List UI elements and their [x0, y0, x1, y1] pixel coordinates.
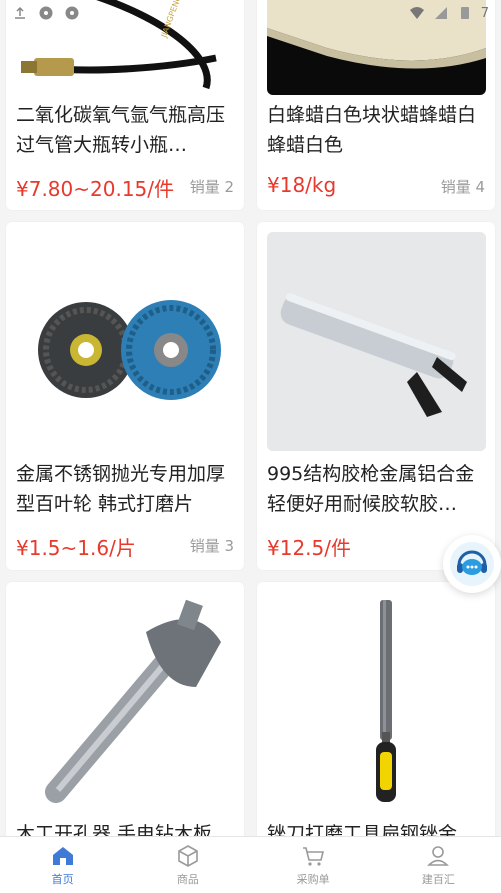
product-price: ¥18/kg [267, 173, 337, 197]
product-sales: 销量 2 [189, 178, 234, 196]
product-title[interactable]: 金属不锈钢抛光专用加厚型百叶轮 韩式打磨片 [16, 459, 236, 519]
user-icon [427, 846, 450, 866]
product-image-glue-gun[interactable] [267, 232, 486, 451]
product-sales: 销量 3 [189, 537, 234, 555]
product-card[interactable]: 锉刀打磨工具扁钢锉金 [257, 582, 495, 872]
product-price: ¥7.80~20.15/件 [16, 177, 175, 201]
nav-cart[interactable]: 采购单 [251, 837, 376, 893]
product-title[interactable]: 995结构胶枪金属铝合金轻便好用耐候胶软胶… [267, 459, 487, 519]
product-title[interactable]: 白蜂蜡白色块状蜡蜂蜡白蜂蜡白色 [267, 100, 487, 160]
nav-profile-label: 建百汇 [421, 873, 455, 886]
product-card[interactable]: 木工开孔器 手电钻木板 [6, 582, 244, 872]
nav-products-label: 商品 [176, 873, 199, 886]
customer-service-button[interactable] [443, 535, 501, 593]
product-image-flap-disc[interactable] [16, 232, 235, 451]
product-image-file[interactable] [267, 592, 486, 811]
nav-home-label: 首页 [51, 873, 74, 886]
customer-service-icon [450, 542, 494, 586]
product-card[interactable]: 995结构胶枪金属铝合金轻便好用耐候胶软胶… ¥12.5/件 销 [257, 222, 495, 570]
product-price: ¥12.5/件 [267, 536, 351, 560]
product-image-beeswax[interactable] [267, 0, 486, 95]
product-image-gas-hose[interactable]: JIANGPENG WIRE [16, 0, 235, 96]
product-card[interactable]: 金属不锈钢抛光专用加厚型百叶轮 韩式打磨片 ¥1.5~1.6/片 销量 3 [6, 222, 244, 570]
home-icon [52, 847, 73, 865]
box-icon [178, 845, 198, 867]
product-card[interactable]: JIANGPENG WIRE 二氧化碳氧气氩气瓶高压过气管大瓶转小瓶… ¥7.8… [6, 0, 244, 210]
cart-icon [303, 847, 325, 866]
nav-profile[interactable]: 建百汇 [376, 837, 501, 893]
product-title[interactable]: 二氧化碳氧气氩气瓶高压过气管大瓶转小瓶… [16, 100, 236, 160]
nav-home[interactable]: 首页 [0, 837, 125, 893]
product-sales: 销量 4 [440, 178, 485, 196]
product-image-hole-saw[interactable] [16, 592, 235, 811]
product-price: ¥1.5~1.6/片 [16, 536, 136, 560]
nav-products[interactable]: 商品 [125, 837, 250, 893]
product-card[interactable]: 白蜂蜡白色块状蜡蜂蜡白蜂蜡白色 ¥18/kg 销量 4 [257, 0, 495, 210]
nav-cart-label: 采购单 [296, 873, 330, 886]
bottom-nav: 首页 商品 采购单 建百汇 [0, 836, 501, 893]
